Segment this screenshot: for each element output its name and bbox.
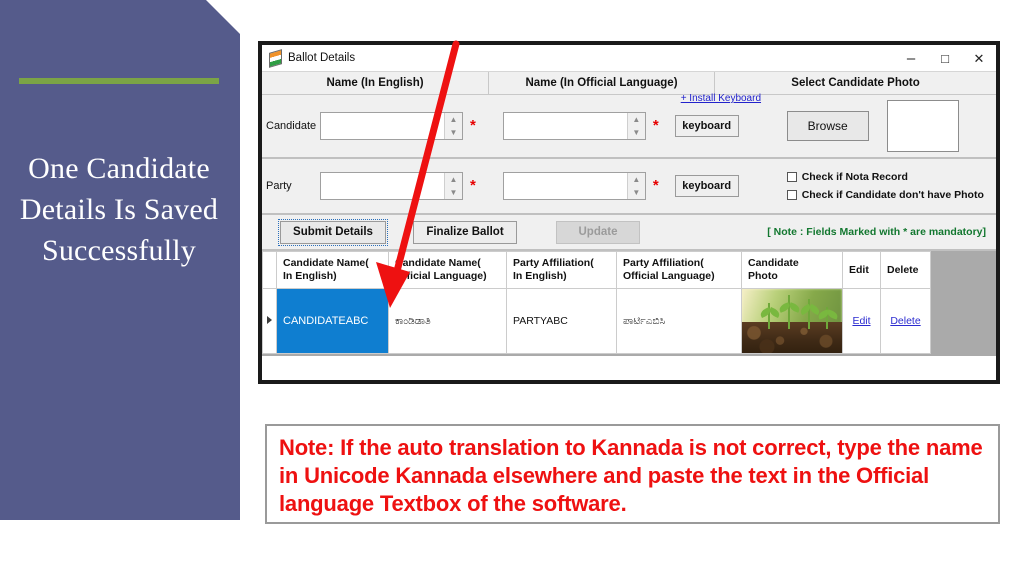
chevron-updown-icon[interactable]: ▲ ▼ xyxy=(444,173,462,199)
header-line-2: In English) xyxy=(283,270,337,282)
nota-checkbox-row[interactable]: Check if Nota Record xyxy=(786,168,984,186)
header-line-1: Candidate Name( xyxy=(395,257,481,269)
candidate-photo-image xyxy=(742,289,842,353)
nota-checkbox-label: Check if Nota Record xyxy=(801,171,908,183)
column-heading-band: Name (In English) Name (In Official Lang… xyxy=(262,72,996,95)
row-marker-icon xyxy=(267,316,272,324)
heading-select-photo: Select Candidate Photo xyxy=(791,77,920,89)
header-line-1: Party Affiliation( xyxy=(513,257,594,269)
candidate-name-english-input[interactable]: ▲ ▼ xyxy=(320,112,463,140)
slide-root: One Candidate Details Is Saved Successfu… xyxy=(0,0,1024,576)
grid-header-candidate-official[interactable]: Candidate Name( Official Language) xyxy=(388,251,507,289)
party-keyboard-button[interactable]: keyboard xyxy=(674,175,739,197)
ballot-details-window: Ballot Details – □ ✕ Name (In English) N… xyxy=(258,41,1000,384)
cell-candidate-name-english[interactable]: CANDIDATEABC xyxy=(276,288,389,354)
update-button[interactable]: Update xyxy=(556,220,640,244)
sidebar-heading: One Candidate Details Is Saved Successfu… xyxy=(19,152,219,267)
edit-link[interactable]: Edit xyxy=(852,315,870,327)
candidate-photo-preview[interactable] xyxy=(886,100,959,152)
grid-header-row: Candidate Name( In English) Candidate Na… xyxy=(262,251,931,289)
row-selector-cell[interactable] xyxy=(262,288,277,354)
header-line-2: Official Language) xyxy=(623,270,715,282)
delete-link[interactable]: Delete xyxy=(890,315,920,327)
chevron-updown-icon[interactable]: ▲ ▼ xyxy=(626,173,645,199)
candidate-grid: Candidate Name( In English) Candidate Na… xyxy=(262,251,931,354)
window-title: Ballot Details xyxy=(288,52,356,64)
no-photo-checkbox-row[interactable]: Check if Candidate don't have Photo xyxy=(786,186,984,204)
submit-details-button[interactable]: Submit Details xyxy=(278,218,388,246)
candidate-form-row: Candidate ▲ ▼ * ▲ ▼ * + Install Keyboard k… xyxy=(262,93,996,159)
candidate-row-label: Candidate xyxy=(266,120,317,132)
required-asterisk: * xyxy=(652,117,659,134)
cell-party-affiliation-official[interactable]: ಪಾರ್ಟಿಎಬಿಸಿ xyxy=(616,288,742,354)
grid-header-delete[interactable]: Delete xyxy=(880,251,931,289)
install-keyboard-link[interactable]: + Install Keyboard xyxy=(681,93,761,104)
browse-photo-button[interactable]: Browse xyxy=(786,111,869,141)
note-callout-text: Note: If the auto translation to Kannada… xyxy=(279,435,983,516)
cell-candidate-photo[interactable] xyxy=(741,288,843,354)
party-keyboard-area: keyboard xyxy=(674,175,787,197)
required-asterisk: * xyxy=(470,177,476,194)
window-controls: – □ ✕ xyxy=(894,45,996,71)
ballot-icon xyxy=(268,49,282,68)
candidate-name-official-input[interactable]: ▲ ▼ xyxy=(502,112,646,140)
candidate-keyboard-area: + Install Keyboard keyboard xyxy=(674,93,787,137)
party-name-english-input[interactable]: ▲ ▼ xyxy=(320,172,463,200)
cell-delete-link[interactable]: Delete xyxy=(880,288,931,354)
chevron-updown-icon[interactable]: ▲ ▼ xyxy=(444,113,462,139)
party-form-row: Party ▲ ▼ * ▲ ▼ * keyboard Check if Nota R… xyxy=(262,159,996,215)
grid-header-edit[interactable]: Edit xyxy=(842,251,881,289)
mandatory-fields-note: [ Note : Fields Marked with * are mandat… xyxy=(767,226,986,238)
cell-candidate-name-official[interactable]: ಕಾಂಡಿಡಾತಿ xyxy=(388,288,507,354)
header-line-1: Party Affiliation( xyxy=(623,257,704,269)
grid-header-photo[interactable]: Candidate Photo xyxy=(741,251,843,289)
checkbox-icon[interactable] xyxy=(786,190,797,200)
header-line-1: Candidate xyxy=(748,257,799,269)
header-line-2: Official Language) xyxy=(395,270,487,282)
candidate-keyboard-button[interactable]: keyboard xyxy=(674,115,739,137)
maximize-icon[interactable]: □ xyxy=(928,45,962,71)
grid-header-candidate-english[interactable]: Candidate Name( In English) xyxy=(276,251,389,289)
grid-header-party-official[interactable]: Party Affiliation( Official Language) xyxy=(616,251,742,289)
header-line-2: Photo xyxy=(748,270,778,282)
photo-options-checkboxes: Check if Nota Record Check if Candidate … xyxy=(786,168,984,204)
action-button-bar: Submit Details Finalize Ballot Update [ … xyxy=(262,215,996,251)
minimize-icon[interactable]: – xyxy=(894,45,928,71)
no-photo-checkbox-label: Check if Candidate don't have Photo xyxy=(801,189,984,201)
heading-name-official: Name (In Official Language) xyxy=(525,77,678,89)
table-row[interactable]: CANDIDATEABC ಕಾಂಡಿಡಾತಿ PARTYABC ಪಾರ್ಟಿಎಬ… xyxy=(262,288,931,354)
sidebar-accent-rule xyxy=(19,78,219,84)
note-callout-box: Note: If the auto translation to Kannada… xyxy=(265,424,1000,524)
finalize-ballot-button[interactable]: Finalize Ballot xyxy=(413,220,517,244)
grid-header-party-english[interactable]: Party Affiliation( In English) xyxy=(506,251,617,289)
heading-name-english: Name (In English) xyxy=(326,77,424,89)
header-line-2: In English) xyxy=(513,270,567,282)
required-asterisk: * xyxy=(470,117,476,134)
cell-party-affiliation-english[interactable]: PARTYABC xyxy=(506,288,617,354)
party-name-official-input[interactable]: ▲ ▼ xyxy=(502,172,646,200)
chevron-updown-icon[interactable]: ▲ ▼ xyxy=(626,113,645,139)
party-row-label: Party xyxy=(266,180,292,192)
cell-edit-link[interactable]: Edit xyxy=(842,288,881,354)
checkbox-icon[interactable] xyxy=(786,172,797,182)
grid-header-rowmark xyxy=(262,251,277,289)
close-icon[interactable]: ✕ xyxy=(962,45,996,71)
required-asterisk: * xyxy=(652,177,659,194)
header-line-1: Candidate Name( xyxy=(283,257,369,269)
candidate-grid-container[interactable]: Candidate Name( In English) Candidate Na… xyxy=(262,251,996,356)
window-titlebar: Ballot Details – □ ✕ xyxy=(262,45,996,72)
